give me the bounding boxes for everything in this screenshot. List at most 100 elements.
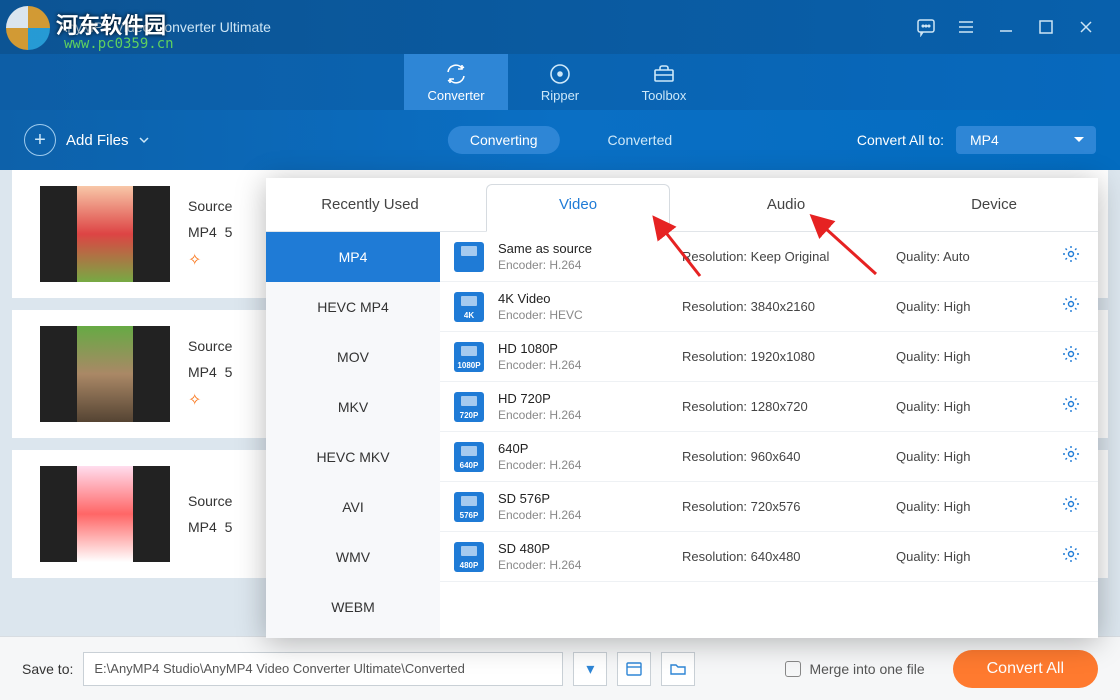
preset-row[interactable]: 480PSD 480PEncoder: H.264Resolution: 640… — [440, 532, 1098, 582]
gear-icon — [1062, 395, 1080, 413]
preset-icon: 4K — [454, 292, 484, 322]
tab-converter[interactable]: Converter — [404, 54, 508, 110]
preset-icon: 480P — [454, 542, 484, 572]
preset-icon — [454, 242, 484, 272]
preset-title: HD 720P — [498, 391, 668, 406]
preset-quality: Quality: High — [896, 499, 1046, 514]
converted-tab[interactable]: Converted — [608, 132, 673, 148]
file-res: 5 — [225, 224, 233, 240]
convert-icon — [444, 62, 468, 86]
feedback-icon[interactable] — [910, 11, 942, 43]
preset-row[interactable]: 720PHD 720PEncoder: H.264Resolution: 128… — [440, 382, 1098, 432]
format-category-list[interactable]: MP4HEVC MP4MOVMKVHEVC MKVAVIWMVWEBM Sear… — [266, 232, 440, 638]
convert-all-button[interactable]: Convert All — [953, 650, 1098, 688]
format-item[interactable]: MKV — [266, 382, 440, 432]
convert-all-to-label: Convert All to: — [857, 132, 944, 148]
preset-settings-button[interactable] — [1062, 495, 1080, 518]
gear-icon — [1062, 495, 1080, 513]
minimize-icon[interactable] — [990, 11, 1022, 43]
preset-resolution: Resolution: 1920x1080 — [682, 349, 882, 364]
tab-toolbox[interactable]: Toolbox — [612, 54, 716, 110]
preset-row[interactable]: 640P640PEncoder: H.264Resolution: 960x64… — [440, 432, 1098, 482]
subbar: + Add Files Converting Converted Convert… — [0, 110, 1120, 170]
preset-quality: Quality: High — [896, 549, 1046, 564]
preset-title: SD 480P — [498, 541, 668, 556]
add-files-label: Add Files — [66, 132, 129, 149]
format-item[interactable]: HEVC MP4 — [266, 282, 440, 332]
ptab-device[interactable]: Device — [890, 178, 1098, 231]
preset-settings-button[interactable] — [1062, 545, 1080, 568]
file-res: 5 — [225, 364, 233, 380]
ptab-audio[interactable]: Audio — [682, 178, 890, 231]
format-item[interactable]: WEBM — [266, 582, 440, 632]
watermark-logo — [6, 6, 50, 50]
merge-checkbox[interactable]: Merge into one file — [785, 661, 924, 677]
merge-label: Merge into one file — [809, 661, 924, 677]
gear-icon — [1062, 245, 1080, 263]
ripper-icon — [548, 62, 572, 86]
preset-settings-button[interactable] — [1062, 395, 1080, 418]
file-format: MP4 — [188, 364, 217, 380]
gear-icon — [1062, 295, 1080, 313]
thumbnail — [40, 466, 170, 562]
thumbnail — [40, 186, 170, 282]
preset-row[interactable]: Same as source Encoder: H.264 Resolution: … — [440, 232, 1098, 282]
preset-icon: 576P — [454, 492, 484, 522]
preset-quality: Quality: High — [896, 349, 1046, 364]
preset-row[interactable]: 1080PHD 1080PEncoder: H.264Resolution: 1… — [440, 332, 1098, 382]
format-item[interactable]: WMV — [266, 532, 440, 582]
preset-icon: 1080P — [454, 342, 484, 372]
file-format: MP4 — [188, 224, 217, 240]
watermark-url: www.pc0359.cn — [64, 36, 174, 52]
preset-resolution: Resolution: Keep Original — [682, 249, 882, 264]
path-dropdown-button[interactable]: ▾ — [573, 652, 607, 686]
maximize-icon[interactable] — [1030, 11, 1062, 43]
star-icon[interactable]: ✧ — [188, 250, 232, 270]
preset-row[interactable]: 4K4K VideoEncoder: HEVCResolution: 3840x… — [440, 282, 1098, 332]
preset-settings-button[interactable] — [1062, 295, 1080, 318]
plus-icon: + — [24, 124, 56, 156]
format-item[interactable]: AVI — [266, 482, 440, 532]
preset-resolution: Resolution: 960x640 — [682, 449, 882, 464]
tab-ripper[interactable]: Ripper — [508, 54, 612, 110]
format-item[interactable]: MP4 — [266, 232, 440, 282]
preset-row[interactable]: 576PSD 576PEncoder: H.264Resolution: 720… — [440, 482, 1098, 532]
open-folder-button[interactable] — [661, 652, 695, 686]
preset-icon: 640P — [454, 442, 484, 472]
source-label: Source — [188, 198, 232, 214]
format-item[interactable]: HEVC MKV — [266, 432, 440, 482]
ptab-recent[interactable]: Recently Used — [266, 178, 474, 231]
add-files-button[interactable]: + Add Files — [24, 124, 149, 156]
menu-icon[interactable] — [950, 11, 982, 43]
preset-encoder: Encoder: H.264 — [498, 408, 668, 422]
format-item[interactable]: MOV — [266, 332, 440, 382]
browse-folder-button[interactable] — [617, 652, 651, 686]
star-icon[interactable]: ✧ — [188, 390, 232, 410]
source-label: Source — [188, 338, 232, 354]
preset-title: HD 1080P — [498, 341, 668, 356]
file-format: MP4 — [188, 519, 217, 535]
preset-encoder: Encoder: H.264 — [498, 258, 668, 272]
ptab-video[interactable]: Video — [474, 178, 682, 231]
preset-settings-button[interactable] — [1062, 245, 1080, 268]
preset-title: Same as source — [498, 241, 668, 256]
preset-resolution: Resolution: 640x480 — [682, 549, 882, 564]
preset-encoder: Encoder: H.264 — [498, 458, 668, 472]
format-picker: Recently Used Video Audio Device MP4HEVC… — [266, 178, 1098, 638]
file-res: 5 — [225, 519, 233, 535]
source-label: Source — [188, 493, 232, 509]
preset-encoder: Encoder: HEVC — [498, 308, 668, 322]
save-path-input[interactable]: E:\AnyMP4 Studio\AnyMP4 Video Converter … — [83, 652, 563, 686]
preset-settings-button[interactable] — [1062, 345, 1080, 368]
converting-tab[interactable]: Converting — [448, 126, 560, 154]
output-format-dropdown[interactable]: MP4 — [956, 126, 1096, 154]
close-icon[interactable] — [1070, 11, 1102, 43]
toolbox-icon — [652, 62, 676, 86]
preset-settings-button[interactable] — [1062, 445, 1080, 468]
thumbnail — [40, 326, 170, 422]
preset-resolution: Resolution: 1280x720 — [682, 399, 882, 414]
save-to-label: Save to: — [22, 661, 73, 677]
preset-list[interactable]: Same as source Encoder: H.264 Resolution: … — [440, 232, 1098, 638]
bottombar: Save to: E:\AnyMP4 Studio\AnyMP4 Video C… — [0, 636, 1120, 700]
tab-ripper-label: Ripper — [541, 88, 579, 103]
